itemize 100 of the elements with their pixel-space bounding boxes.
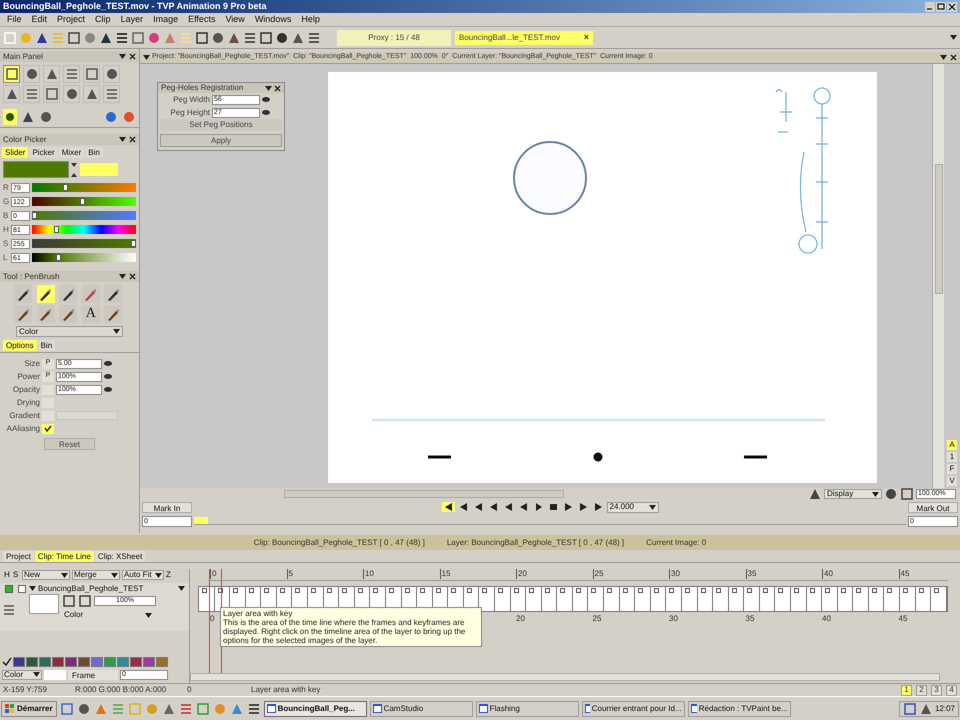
menu-item[interactable]: Clip [90,12,116,26]
color-swatch[interactable] [65,657,77,667]
taskbar-button[interactable]: CamStudio [370,700,473,716]
new-dropdown[interactable]: New [22,570,70,580]
tool-tab[interactable]: Options [3,340,37,351]
side-button[interactable]: A [947,440,957,450]
apply-button[interactable]: Apply [160,134,282,147]
taskbar-button[interactable]: Courrier entrant pour Id... [582,700,685,716]
channel-slider[interactable] [32,211,136,220]
color-swatch[interactable] [117,657,129,667]
menu-item[interactable]: Effects [183,12,220,26]
slider-thumb[interactable] [32,212,37,219]
side-button[interactable]: 1 [947,452,957,462]
restore-icon[interactable] [936,2,946,12]
secondary-color-swatch[interactable] [79,162,119,177]
primary-color-swatch[interactable] [3,161,69,178]
panel-tab[interactable]: Clip: XSheet [94,551,146,562]
page-button[interactable]: 2 [916,684,927,696]
brush-tool[interactable] [36,305,55,323]
page-button[interactable]: 3 [931,684,942,696]
brush-tool[interactable] [59,305,78,323]
channel-slider[interactable] [32,183,136,192]
menu-item[interactable]: Windows [250,12,296,26]
color-picker-tab[interactable]: Bin [85,147,103,158]
color-swatch[interactable] [130,657,142,667]
menu-item[interactable]: View [220,12,250,26]
brush-tool[interactable] [104,285,122,303]
solo-checkbox[interactable] [18,585,26,593]
display-dropdown[interactable]: Display [824,489,882,499]
blend-mode-dropdown[interactable]: Color [62,610,154,620]
mode-dropdown[interactable]: Color [16,326,123,337]
side-button[interactable]: F [947,464,957,474]
vertical-scrollbar[interactable] [932,64,944,488]
text-tool[interactable]: A [82,305,100,323]
page-button[interactable]: 4 [946,684,957,696]
slider-thumb[interactable] [56,254,61,261]
frame-slider-thumb[interactable] [194,517,208,524]
close-icon[interactable] [950,54,957,61]
scroll-thumb[interactable] [934,164,942,294]
tool-tab[interactable]: Bin [38,340,56,351]
brush-tool[interactable] [59,285,78,303]
color-picker-tab[interactable]: Slider [2,147,28,158]
slider-thumb[interactable] [62,184,68,191]
menu-item[interactable]: Image [148,12,184,26]
page-button[interactable]: 1 [901,684,912,696]
color-picker-tab[interactable]: Mixer [58,147,84,158]
color-dropdown[interactable]: Color [2,670,42,680]
swap-icon[interactable] [71,162,77,176]
autofit-dropdown[interactable]: Auto Fit [122,570,164,580]
minimize-icon[interactable] [925,2,935,12]
close-icon[interactable] [274,84,281,92]
panel-tab[interactable]: Clip: Time Line [34,551,94,562]
close-icon[interactable] [129,53,136,60]
channel-slider[interactable] [32,253,136,262]
color-swatch[interactable] [143,657,155,667]
color-swatch[interactable] [104,657,116,667]
taskbar-button[interactable]: Rédaction : TVPaint be... [688,700,791,716]
dot-button[interactable] [3,108,17,124]
panel-tab[interactable]: Project [3,551,34,562]
frame-slider[interactable] [194,517,906,525]
brush-tool[interactable] [36,285,55,303]
menu-item[interactable]: File [2,12,27,26]
slider-thumb[interactable] [131,240,136,247]
close-icon[interactable] [129,273,136,280]
frame-track[interactable] [198,586,948,612]
reset-button[interactable]: Reset [44,438,95,450]
color-swatch[interactable] [156,657,168,667]
side-button[interactable]: V [947,476,957,486]
fps-dropdown[interactable]: 24.000 [606,502,658,512]
document-tab[interactable]: BouncingBall...le_TEST.mov × [455,30,593,44]
slider-thumb[interactable] [54,226,59,233]
horizontal-scrollbar[interactable] [284,490,564,498]
color-swatch[interactable] [78,657,90,667]
taskbar-button[interactable]: Flashing [476,700,579,716]
slider-thumb[interactable] [80,198,85,205]
menu-item[interactable]: Layer [116,12,148,26]
color-swatch[interactable] [91,657,103,667]
mark-in-button[interactable]: Mark In [142,502,192,512]
close-icon[interactable] [129,136,136,143]
option-checkbox[interactable] [42,424,54,434]
menu-item[interactable]: Help [296,12,325,26]
color-picker-tab[interactable]: Picker [29,147,58,158]
channel-slider[interactable] [32,225,136,234]
channel-slider[interactable] [32,239,136,248]
color-swatch[interactable] [13,657,25,667]
timeline-ruler[interactable]: 0 5 10 15 20 25 30 35 40 45 [210,569,948,581]
merge-dropdown[interactable]: Merge [72,570,120,580]
menu-item[interactable]: Project [52,12,90,26]
mark-out-button[interactable]: Mark Out [908,502,958,512]
color-swatch[interactable] [52,657,64,667]
horizontal-scrollbar[interactable] [190,673,940,681]
menu-item[interactable]: Edit [26,12,52,26]
brush-tool[interactable] [104,305,122,323]
color-swatch[interactable] [26,657,38,667]
layer-name[interactable]: BouncingBall_Peghole_TEST [38,582,176,594]
taskbar-button[interactable]: BouncingBall_Peg... [264,700,367,716]
visibility-toggle[interactable] [5,585,13,593]
check-icon[interactable] [2,657,12,667]
channel-slider[interactable] [32,197,136,206]
color-swatch[interactable] [39,657,51,667]
